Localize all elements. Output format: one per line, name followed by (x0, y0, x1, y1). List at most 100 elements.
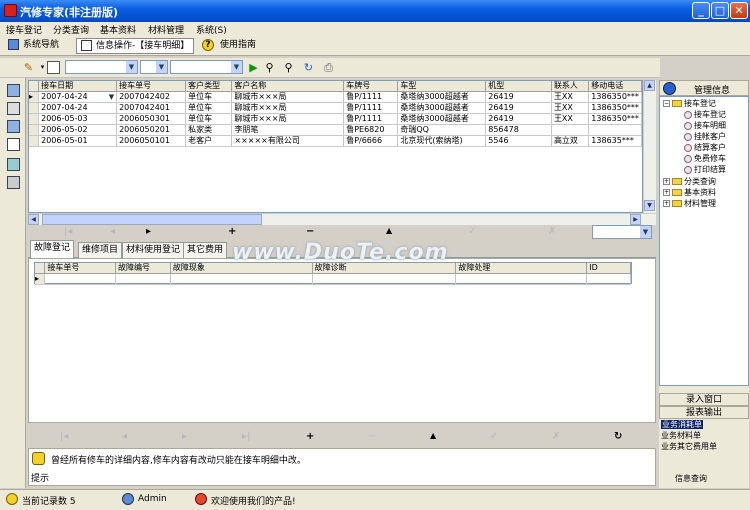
menu-checkin[interactable]: 接车登记 (6, 23, 42, 36)
col-header-custname[interactable]: 客户名称 (231, 81, 345, 92)
col-header-handling[interactable]: 故障处理 (455, 263, 588, 274)
insert-record-button[interactable]: + (228, 226, 236, 237)
cell-plate[interactable]: 鲁P/1111 (343, 113, 399, 125)
cell-phone[interactable]: 138635*** (588, 135, 642, 147)
cell-custtype[interactable]: 老客户 (185, 135, 233, 147)
find-icon[interactable]: ⚲ (263, 61, 276, 74)
next-record-button[interactable]: ▸ (146, 226, 151, 237)
list-item[interactable]: 业务消耗单 (661, 420, 703, 430)
cell-phone[interactable]: 1386350*** (588, 113, 642, 125)
cell-custname[interactable]: 聊城市×××局 (231, 102, 345, 114)
col-header-model[interactable]: 车型 (397, 81, 487, 92)
cell-symptom[interactable] (170, 273, 313, 285)
last-record-button[interactable]: ▸| (242, 431, 250, 442)
cell-engine[interactable]: 26419 (485, 91, 552, 103)
cell-date[interactable]: 2006-05-03 (38, 113, 118, 125)
cell-contact[interactable]: 王XX (551, 102, 590, 114)
cell-diagnosis[interactable] (312, 273, 457, 285)
menu-materials[interactable]: 材料管理 (148, 23, 184, 36)
filter-value-select[interactable]: ▼ (170, 60, 243, 74)
table-row[interactable]: 2006-05-03 2006050301 单位车 聊城市×××局 鲁P/111… (29, 113, 642, 125)
page-icon[interactable] (7, 138, 20, 151)
cell-contact[interactable] (551, 124, 590, 136)
print-icon[interactable]: ⎙ (322, 61, 335, 74)
find-next-icon[interactable]: ⚲ (282, 61, 295, 74)
list-item[interactable]: 信息查询 (675, 474, 707, 484)
cell-model[interactable]: 奇瑞QQ (397, 124, 487, 136)
insert-record-button[interactable]: + (306, 431, 314, 442)
cell-plate[interactable]: 鲁P/1111 (343, 91, 399, 103)
tree-node-print-settle[interactable]: 打印结算 (684, 165, 726, 175)
cancel-record-button[interactable]: ✗ (548, 226, 556, 237)
tab-repair-items[interactable]: 维修项目 (78, 242, 123, 258)
play-icon[interactable]: ▶ (247, 61, 260, 74)
menu-system[interactable]: 系统(S) (196, 23, 227, 36)
delete-record-button[interactable]: − (368, 431, 376, 442)
col-header-plate[interactable]: 车牌号 (343, 81, 399, 92)
col-header-order[interactable]: 接车单号 (44, 263, 117, 274)
cell-model[interactable]: 北京现代(索纳塔) (397, 135, 487, 147)
tree-node-settle-cust[interactable]: 结算客户 (684, 143, 726, 153)
cell-model[interactable]: 桑塔纳3000超越者 (397, 102, 487, 114)
cell-custname[interactable]: 聊城市×××局 (231, 91, 345, 103)
close-button[interactable]: ✕ (730, 2, 748, 19)
cell-order[interactable]: 2006050301 (116, 113, 187, 125)
maximize-button[interactable]: □ (711, 2, 729, 19)
tree-node-checkin-reg[interactable]: 接车登记 (684, 110, 726, 120)
collapse-icon[interactable]: − (663, 100, 670, 107)
scroll-down-icon[interactable]: ▼ (644, 200, 655, 211)
cell-custname[interactable]: ×××××有限公司 (231, 135, 345, 147)
report-output-button[interactable]: 报表输出 (659, 406, 749, 419)
checkin-grid[interactable]: 接车日期 接车单号 客户类型 客户名称 车牌号 车型 机型 联系人 移动电话 ▸… (28, 80, 643, 213)
expand-icon[interactable]: + (663, 178, 670, 185)
entry-window-button[interactable]: 录入窗口 (659, 393, 749, 406)
edit-record-button[interactable]: ▲ (386, 226, 392, 235)
navigator-select[interactable]: ▼ (592, 225, 652, 239)
cell-phone[interactable]: 1386350*** (588, 91, 642, 103)
grid-vertical-scrollbar[interactable]: ▲ ▼ (643, 80, 656, 213)
scroll-thumb[interactable] (42, 214, 262, 225)
cell-model[interactable]: 桑塔纳3000超越者 (397, 113, 487, 125)
col-header-contact[interactable]: 联系人 (551, 81, 590, 92)
table-row[interactable]: 2006-05-02 2006050201 私家类 李朋笔 鲁PE6820 奇瑞… (29, 124, 642, 136)
col-header-id[interactable]: ID (586, 263, 631, 274)
scroll-left-icon[interactable]: ◀ (28, 214, 39, 225)
next-record-button[interactable]: ▸ (182, 431, 187, 442)
col-header-engine[interactable]: 机型 (485, 81, 552, 92)
tree-node-checkin-detail[interactable]: 接车明细 (684, 121, 726, 131)
tab-info-ops[interactable]: 信息操作-【接车明细】 (76, 38, 195, 54)
cell-plate[interactable]: 鲁P/1111 (343, 102, 399, 114)
menu-query[interactable]: 分类查询 (53, 23, 89, 36)
prior-record-button[interactable]: ◂ (110, 226, 115, 237)
tree-node-basic[interactable]: + 基本资料 (663, 188, 716, 198)
tab-help[interactable]: ? 使用指南 (202, 38, 256, 54)
cell-contact[interactable]: 王XX (551, 91, 590, 103)
cell-date[interactable]: 2006-05-02 (38, 124, 118, 136)
table-row[interactable]: ▸ 2007-04-24 ▼ 2007042402 单位车 聊城市×××局 鲁P/… (29, 91, 642, 103)
scissors-icon[interactable] (7, 102, 20, 115)
cell-order[interactable]: 2006050201 (116, 124, 187, 136)
col-header-phone[interactable]: 移动电话 (588, 81, 642, 92)
scroll-right-icon[interactable]: ▶ (630, 214, 641, 225)
cell-order[interactable]: 2007042401 (116, 102, 187, 114)
tree-node-query[interactable]: + 分类查询 (663, 177, 716, 187)
prior-record-button[interactable]: ◂ (122, 431, 127, 442)
chart-icon[interactable] (7, 158, 20, 171)
table-row[interactable]: ▸ (35, 273, 631, 285)
col-header-order[interactable]: 接车单号 (116, 81, 187, 92)
chevron-down-icon[interactable]: ▼ (109, 92, 114, 102)
expand-icon[interactable]: + (663, 189, 670, 196)
tab-other-fees[interactable]: 其它费用 (183, 242, 228, 258)
col-header-fault-no[interactable]: 故障编号 (115, 263, 171, 274)
pencil-icon[interactable]: ✎ (22, 61, 35, 74)
cell-date[interactable]: 2006-05-01 (38, 135, 118, 147)
cell-phone[interactable] (588, 124, 642, 136)
delete-record-button[interactable]: − (306, 226, 314, 237)
tree-node-credit-cust[interactable]: 挂帐客户 (684, 132, 726, 142)
expand-icon[interactable]: + (663, 200, 670, 207)
panel-icon[interactable] (7, 120, 20, 133)
list-item[interactable]: 业务其它费用单 (661, 442, 717, 452)
cancel-record-button[interactable]: ✗ (552, 431, 560, 442)
cell-handling[interactable] (455, 273, 588, 285)
cell-date[interactable]: 2007-04-24 (38, 102, 118, 114)
